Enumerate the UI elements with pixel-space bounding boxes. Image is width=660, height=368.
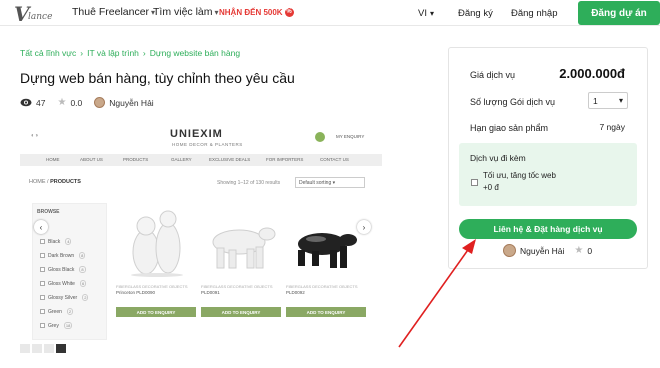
preview-menu: HOME ABOUT US PRODUCTS GALLERY EXCLUSIVE… bbox=[20, 154, 382, 166]
delivery-value: 7 ngày bbox=[599, 122, 625, 132]
promo-link[interactable]: NHẬN ĐẾN 500K % bbox=[219, 8, 294, 17]
preview-product-card: FIBERGLASS DECORATIVE OBJECTS PLD0092 AD… bbox=[286, 204, 366, 324]
preview-product-card: FIBERGLASS DECORATIVE OBJECTS Princeton … bbox=[116, 204, 196, 324]
chevron-left-icon[interactable]: ‹ bbox=[34, 220, 48, 234]
quantity-select[interactable]: 1 ▾ bbox=[588, 92, 628, 109]
login-link[interactable]: Đăng nhập bbox=[511, 8, 557, 19]
search-icon bbox=[315, 132, 325, 142]
thumbnail[interactable] bbox=[32, 343, 42, 353]
breadcrumb-item[interactable]: Dựng website bán hàng bbox=[150, 48, 240, 58]
thumbnail[interactable] bbox=[56, 343, 66, 353]
quantity-label: Số lượng Gói dịch vụ bbox=[470, 97, 555, 107]
breadcrumb: Tất cả lĩnh vực › IT và lập trình › Dựng… bbox=[20, 48, 241, 58]
delivery-label: Hạn giao sản phẩm bbox=[470, 123, 549, 133]
addon-title: Dịch vụ đi kèm bbox=[470, 153, 526, 163]
preview-product-card: FIBERGLASS DECORATIVE OBJECTS PLD0091 AD… bbox=[201, 204, 281, 324]
preview-showing: Showing 1–12 of 130 results bbox=[217, 180, 281, 186]
seller-name: Nguyễn Hải bbox=[520, 245, 565, 256]
breadcrumb-item[interactable]: Tất cả lĩnh vực bbox=[20, 48, 76, 58]
vlance-logo[interactable]: Vlance bbox=[14, 2, 54, 26]
nav-find-jobs[interactable]: Tìm việc làm ▾ bbox=[153, 6, 219, 18]
black-bear-figurine-image bbox=[298, 233, 357, 268]
preview-enquiry: MY ENQUIRY bbox=[336, 134, 365, 139]
preview-thumbnails bbox=[20, 342, 70, 354]
service-preview-image[interactable]: ◐◑ UNIEXIM HOME DECOR & PLANTERS MY ENQU… bbox=[20, 124, 382, 340]
rating-value: 0.0 bbox=[70, 97, 83, 108]
service-meta: 47 ★ 0.0 Nguyễn Hải bbox=[20, 97, 154, 108]
preview-sort-select: Default sorting ▾ bbox=[295, 177, 365, 188]
preview-logo: ◐◑ bbox=[31, 133, 39, 139]
top-header: Vlance Thuê Freelancer ▾ Tìm việc làm ▾ … bbox=[0, 0, 660, 26]
signup-link[interactable]: Đăng ký bbox=[458, 8, 493, 19]
chevron-down-icon: ▾ bbox=[618, 96, 623, 105]
seller-info[interactable]: Nguyễn Hải ★ 0 bbox=[503, 244, 592, 257]
preview-brand: UNIEXIM bbox=[170, 128, 223, 140]
addon-price: +0 đ bbox=[483, 183, 499, 192]
chevron-down-icon: ▾ bbox=[214, 7, 219, 17]
order-panel: Giá dịch vụ 2.000.000đ Số lượng Gói dịch… bbox=[448, 47, 648, 269]
star-icon: ★ bbox=[57, 97, 67, 108]
gift-icon: % bbox=[284, 8, 294, 17]
white-bear-figurine-image bbox=[212, 227, 276, 269]
post-project-button[interactable]: Đăng dự án bbox=[578, 1, 660, 25]
addon-box: Dịch vụ đi kèm Tối ưu, tăng tốc web +0 đ bbox=[459, 143, 637, 206]
addon-name: Tối ưu, tăng tốc web bbox=[483, 171, 556, 180]
price-label: Giá dịch vụ bbox=[470, 70, 516, 80]
penguin-figurine-image bbox=[131, 210, 183, 277]
chevron-down-icon: ▾ bbox=[429, 9, 434, 18]
view-count: 47 bbox=[36, 97, 46, 108]
eye-icon bbox=[20, 98, 32, 107]
order-service-button[interactable]: Liên hệ & Đặt hàng dịch vụ bbox=[459, 219, 637, 239]
price-value: 2.000.000đ bbox=[559, 66, 625, 81]
preview-brand-sub: HOME DECOR & PLANTERS bbox=[172, 142, 243, 147]
preview-breadcrumb: HOME / PRODUCTS bbox=[29, 179, 81, 185]
addon-checkbox[interactable] bbox=[471, 179, 478, 186]
chevron-right-icon[interactable]: › bbox=[357, 220, 371, 234]
author-name[interactable]: Nguyễn Hải bbox=[109, 98, 153, 108]
thumbnail[interactable] bbox=[44, 343, 54, 353]
breadcrumb-item[interactable]: IT và lập trình bbox=[87, 48, 139, 58]
star-icon: ★ bbox=[574, 245, 584, 256]
seller-rating: 0 bbox=[587, 245, 593, 256]
language-selector[interactable]: VI ▾ bbox=[418, 8, 434, 19]
page-title: Dựng web bán hàng, tùy chỉnh theo yêu cầ… bbox=[20, 70, 295, 86]
avatar[interactable] bbox=[94, 97, 106, 108]
avatar bbox=[503, 244, 516, 257]
nav-hire-freelancer[interactable]: Thuê Freelancer ▾ bbox=[72, 6, 155, 18]
thumbnail[interactable] bbox=[20, 343, 30, 353]
